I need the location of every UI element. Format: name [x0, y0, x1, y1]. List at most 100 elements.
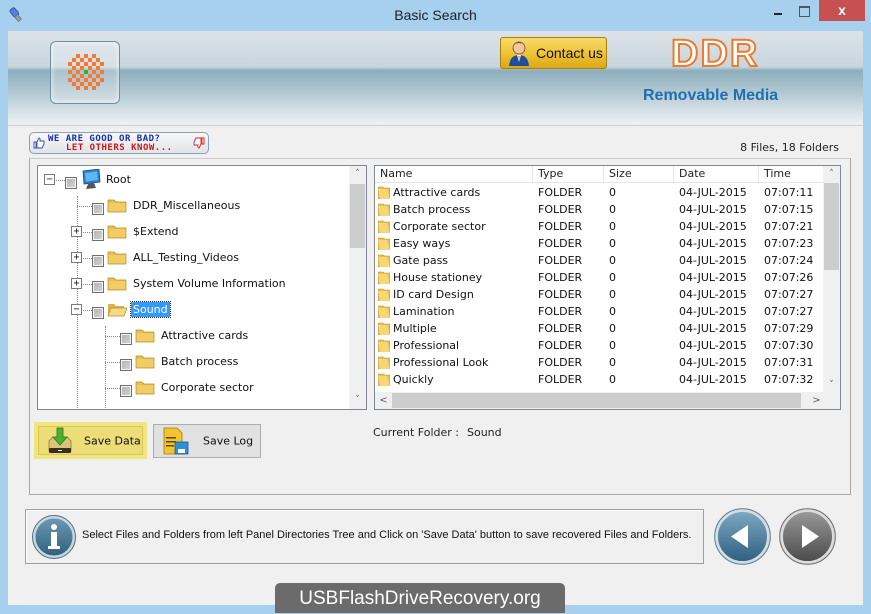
- node-checkbox[interactable]: [92, 255, 104, 267]
- list-horizontal-scrollbar[interactable]: < >: [375, 392, 825, 409]
- maximize-button[interactable]: [791, 0, 817, 21]
- close-button[interactable]: x: [819, 0, 865, 21]
- item-name: Multiple: [393, 322, 437, 335]
- node-checkbox[interactable]: [120, 359, 132, 371]
- tree-node[interactable]: + $Extend: [38, 222, 348, 242]
- scroll-thumb[interactable]: [824, 183, 839, 270]
- item-name: House stationey: [393, 271, 483, 284]
- directory-tree[interactable]: − Root DDR_Miscellaneous + $Extend + ALL_Testi…: [37, 165, 367, 410]
- cell-type: FOLDER: [538, 186, 583, 199]
- item-name: Corporate sector: [393, 220, 486, 233]
- item-name: Professional: [393, 339, 460, 352]
- expand-icon[interactable]: +: [71, 226, 82, 237]
- node-checkbox[interactable]: [65, 177, 77, 189]
- tree-node-label[interactable]: Attractive cards: [159, 328, 250, 343]
- cell-time: 07:07:27: [764, 288, 814, 301]
- list-row[interactable]: Professional Look FOLDER 0 04-JUL-2015 07:07…: [375, 354, 825, 371]
- collapse-icon[interactable]: −: [44, 174, 55, 185]
- list-row[interactable]: Gate pass FOLDER 0 04-JUL-2015 07:07:24: [375, 252, 825, 269]
- scroll-thumb[interactable]: [350, 184, 365, 248]
- tree-node[interactable]: + ALL_Testing_Videos: [38, 248, 348, 268]
- expand-icon[interactable]: +: [71, 252, 82, 263]
- scroll-up-button[interactable]: ˄: [349, 166, 366, 183]
- tree-node-label[interactable]: Corporate sector: [159, 380, 256, 395]
- cell-size: 0: [609, 237, 616, 250]
- folder-icon: [107, 276, 127, 291]
- tree-node[interactable]: − Sound: [38, 300, 348, 320]
- tree-node-label[interactable]: ALL_Testing_Videos: [131, 250, 241, 265]
- feedback-banner[interactable]: WE ARE GOOD OR BAD? LET OTHERS KNOW...: [29, 132, 209, 154]
- tree-node[interactable]: DDR_Miscellaneous: [38, 196, 348, 216]
- tree-node-label[interactable]: Batch process: [159, 354, 240, 369]
- tree-node[interactable]: + System Volume Information: [38, 274, 348, 294]
- tree-node-label[interactable]: $Extend: [131, 224, 181, 239]
- node-checkbox[interactable]: [120, 333, 132, 345]
- cell-time: 07:07:31: [764, 356, 814, 369]
- save-log-label: Save Log: [203, 434, 254, 448]
- list-row[interactable]: Lamination FOLDER 0 04-JUL-2015 07:07:27: [375, 303, 825, 320]
- column-header-date[interactable]: Date: [674, 166, 759, 182]
- cell-date: 04-JUL-2015: [679, 288, 747, 301]
- list-row[interactable]: Multiple FOLDER 0 04-JUL-2015 07:07:29: [375, 320, 825, 337]
- current-folder-label: Current Folder :: [373, 426, 460, 439]
- list-row[interactable]: Batch process FOLDER 0 04-JUL-2015 07:07:15: [375, 201, 825, 218]
- tree-node[interactable]: Attractive cards: [38, 326, 348, 346]
- scroll-down-button[interactable]: ˅: [349, 392, 366, 409]
- tree-node-label[interactable]: Sound: [130, 301, 171, 318]
- tree-node[interactable]: Corporate sector: [38, 378, 348, 398]
- folder-icon: [135, 328, 155, 343]
- scroll-thumb[interactable]: [392, 393, 801, 408]
- minimize-button[interactable]: [765, 0, 791, 21]
- scroll-left-button[interactable]: <: [375, 392, 392, 409]
- folder-icon: [377, 288, 391, 302]
- cell-type: FOLDER: [538, 288, 583, 301]
- list-row[interactable]: House stationey FOLDER 0 04-JUL-2015 07:07:2…: [375, 269, 825, 286]
- list-row[interactable]: Attractive cards FOLDER 0 04-JUL-2015 07:07:…: [375, 184, 825, 201]
- column-header-time[interactable]: Time: [759, 166, 825, 182]
- node-checkbox[interactable]: [120, 385, 132, 397]
- back-button[interactable]: [714, 508, 771, 565]
- cell-type: FOLDER: [538, 339, 583, 352]
- tree-node-label[interactable]: System Volume Information: [131, 276, 288, 291]
- list-row[interactable]: Easy ways FOLDER 0 04-JUL-2015 07:07:23: [375, 235, 825, 252]
- tree-node-label[interactable]: Root: [104, 172, 133, 187]
- list-vertical-scrollbar[interactable]: ˄ ˅: [823, 166, 840, 394]
- contact-us-button[interactable]: Contact us: [500, 37, 607, 69]
- list-row[interactable]: ID card Design FOLDER 0 04-JUL-2015 07:07:27: [375, 286, 825, 303]
- list-row[interactable]: Quickly FOLDER 0 04-JUL-2015 07:07:32: [375, 371, 825, 388]
- column-header-type[interactable]: Type: [533, 166, 604, 182]
- item-name: Professional Look: [393, 356, 489, 369]
- node-checkbox[interactable]: [92, 307, 104, 319]
- column-header-name[interactable]: Name: [375, 166, 533, 182]
- cell-time: 07:07:11: [764, 186, 814, 199]
- tree-node[interactable]: − Root: [38, 168, 348, 190]
- item-name: Quickly: [393, 373, 434, 386]
- brand-name: DDR: [670, 32, 760, 76]
- tree-node[interactable]: Batch process: [38, 352, 348, 372]
- folder-icon: [377, 373, 391, 387]
- save-data-button[interactable]: Save Data: [34, 422, 147, 459]
- item-name: Gate pass: [393, 254, 449, 267]
- folder-icon: [377, 356, 391, 370]
- save-log-button[interactable]: Save Log: [153, 424, 261, 458]
- cell-size: 0: [609, 356, 616, 369]
- next-button[interactable]: [779, 508, 836, 565]
- tree-node-label[interactable]: DDR_Miscellaneous: [131, 198, 242, 213]
- scroll-up-button[interactable]: ˄: [823, 166, 840, 183]
- node-checkbox[interactable]: [92, 229, 104, 241]
- list-row[interactable]: Professional FOLDER 0 04-JUL-2015 07:07:30: [375, 337, 825, 354]
- cell-date: 04-JUL-2015: [679, 305, 747, 318]
- cell-name: Corporate sector: [375, 218, 533, 235]
- item-name: Easy ways: [393, 237, 451, 250]
- column-header-size[interactable]: Size: [604, 166, 674, 182]
- folder-icon: [377, 322, 391, 336]
- node-checkbox[interactable]: [92, 281, 104, 293]
- file-list[interactable]: Name Type Size Date Time Attractive cards FOL…: [374, 165, 841, 410]
- collapse-icon[interactable]: −: [71, 304, 82, 315]
- cell-name: Batch process: [375, 201, 533, 218]
- expand-icon[interactable]: +: [71, 278, 82, 289]
- list-row[interactable]: Corporate sector FOLDER 0 04-JUL-2015 07:07:…: [375, 218, 825, 235]
- cell-name: ID card Design: [375, 286, 533, 303]
- node-checkbox[interactable]: [92, 203, 104, 215]
- tree-vertical-scrollbar[interactable]: ˄ ˅: [349, 166, 366, 409]
